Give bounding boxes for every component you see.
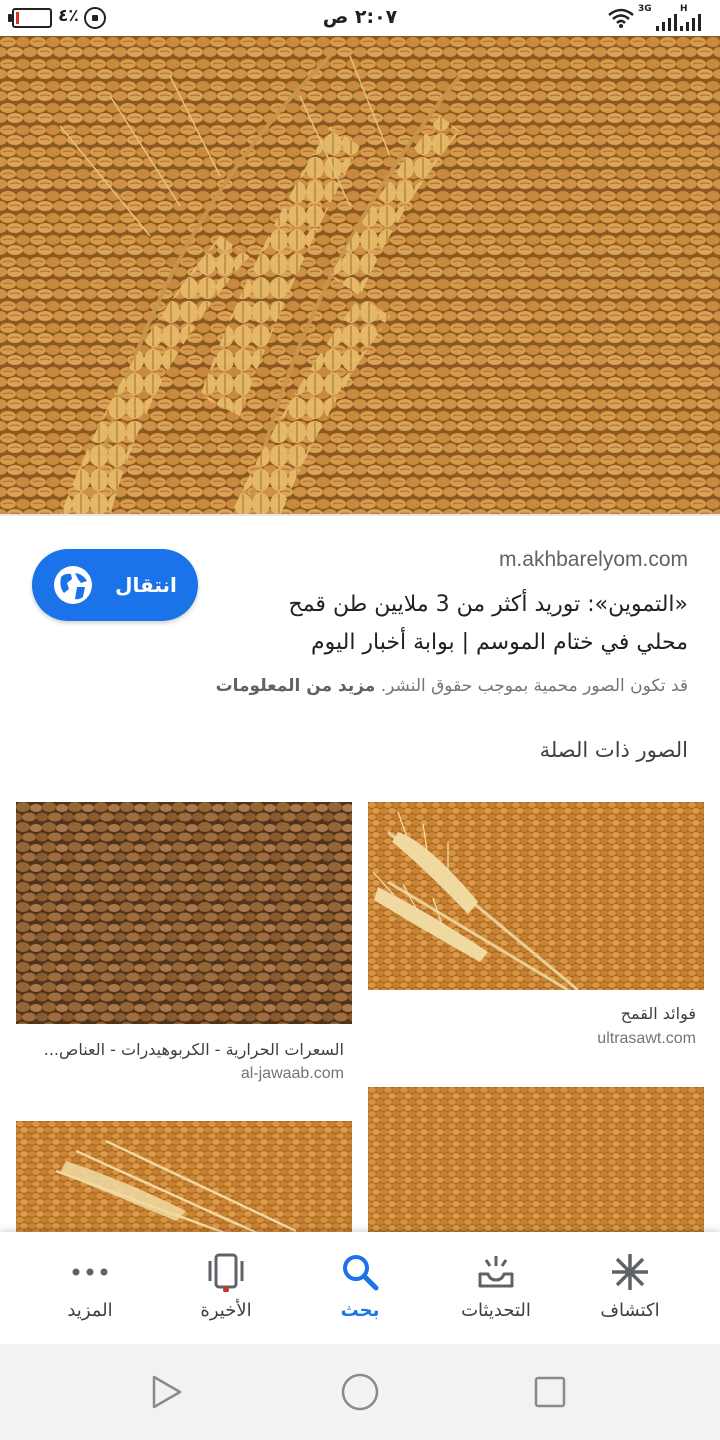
related-image-2[interactable] — [16, 802, 352, 1024]
network-type-label: 3G — [638, 4, 652, 14]
visit-label: انتقال — [115, 573, 177, 597]
updates-tray-icon — [478, 1256, 514, 1288]
hero-image[interactable] — [0, 36, 720, 516]
related-image-4[interactable] — [16, 1121, 352, 1237]
nav-discover-label: اكتشاف — [600, 1300, 660, 1321]
network-h-label: H — [680, 4, 688, 14]
related-images-heading: الصور ذات الصلة — [539, 738, 688, 762]
nav-search[interactable]: بحث — [300, 1232, 420, 1344]
related-source-1[interactable]: ultrasawt.com — [597, 1030, 696, 1048]
related-source-2[interactable]: al-jawaab.com — [241, 1065, 344, 1083]
related-caption-2[interactable]: السعرات الحرارية - الكربوهيدرات - العناص… — [14, 1040, 344, 1059]
home-circle-icon[interactable] — [340, 1372, 380, 1412]
more-dots-icon — [72, 1268, 108, 1276]
signal-bars-icon — [656, 14, 677, 31]
related-image-3[interactable] — [368, 1087, 704, 1237]
nav-updates-label: التحديثات — [461, 1300, 531, 1321]
signal-indicators: 3G H — [608, 4, 708, 31]
nav-discover[interactable]: اكتشاف — [570, 1232, 690, 1344]
status-bar: ٤٪ ٢:٠٧ ص 3G H — [0, 0, 720, 36]
nav-more-label: المزيد — [67, 1300, 113, 1321]
result-source[interactable]: m.akhbarelyom.com — [499, 548, 688, 572]
asterisk-icon — [612, 1254, 648, 1290]
nav-search-label: بحث — [340, 1300, 380, 1321]
bottom-navigation: اكتشاف التحديثات بحث الأخيرة المزيد — [0, 1232, 720, 1344]
recent-cards-icon — [208, 1253, 244, 1292]
system-navigation-bar — [0, 1344, 720, 1440]
nav-recent[interactable]: الأخيرة — [166, 1232, 286, 1344]
globe-icon — [54, 566, 93, 604]
signal-bars-2-icon — [680, 14, 701, 31]
nav-updates[interactable]: التحديثات — [436, 1232, 556, 1344]
visit-button[interactable]: انتقال — [32, 549, 198, 621]
nav-more[interactable]: المزيد — [30, 1232, 150, 1344]
back-triangle-icon[interactable] — [146, 1372, 186, 1412]
recents-square-icon[interactable] — [530, 1372, 570, 1412]
result-title[interactable]: «التموين»: توريد أكثر من 3 ملايين طن قمح… — [268, 586, 688, 662]
search-icon — [343, 1255, 379, 1291]
copyright-text: قد تكون الصور محمية بموجب حقوق النشر. — [380, 676, 688, 696]
copyright-notice: قد تكون الصور محمية بموجب حقوق النشر. مز… — [28, 676, 688, 696]
nav-recent-label: الأخيرة — [200, 1300, 252, 1321]
related-caption-1[interactable]: فوائد القمح — [366, 1004, 696, 1023]
more-info-link[interactable]: مزيد من المعلومات — [216, 676, 376, 696]
related-image-1[interactable] — [368, 802, 704, 990]
wifi-icon — [608, 8, 634, 28]
